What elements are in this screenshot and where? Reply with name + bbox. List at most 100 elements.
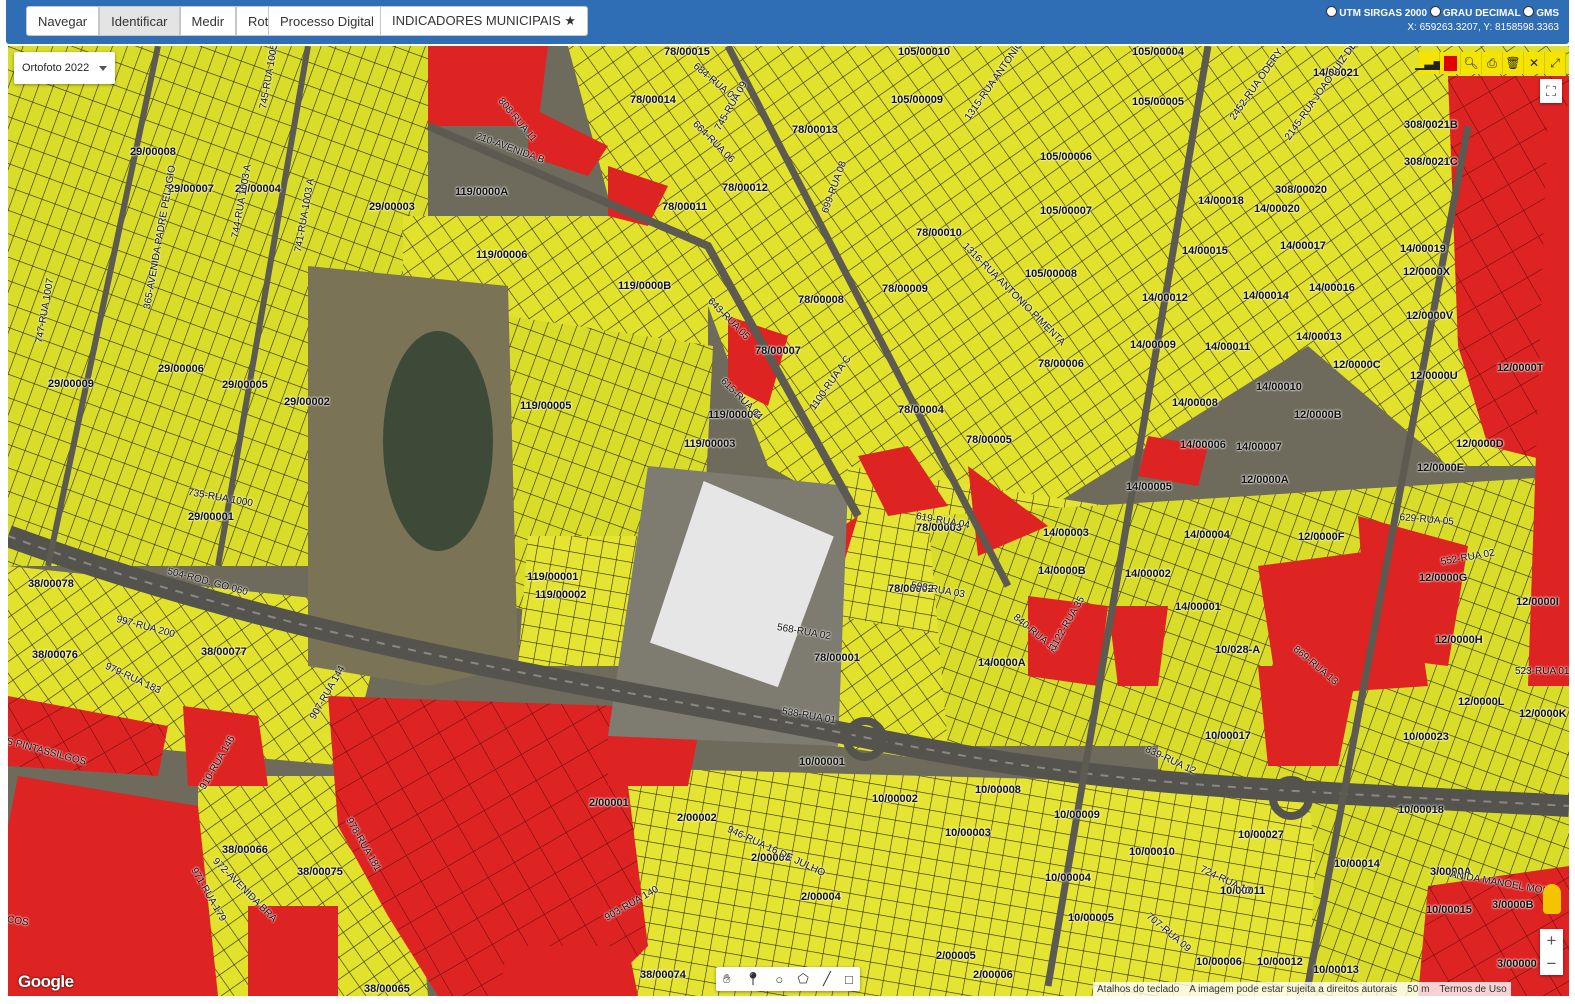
lot-label[interactable]: 105/00010 — [898, 46, 950, 58]
lot-label[interactable]: 12/0000F — [1298, 531, 1344, 543]
lot-label[interactable]: 78/00005 — [966, 434, 1012, 446]
lot-label[interactable]: 14/00004 — [1184, 529, 1230, 541]
medir-button[interactable]: Medir — [179, 6, 237, 36]
lot-label[interactable]: 105/00007 — [1040, 205, 1092, 217]
hand-icon[interactable]: ✋︎ — [723, 971, 730, 987]
lot-label[interactable]: 2/00006 — [973, 969, 1013, 981]
lot-label[interactable]: 38/00077 — [201, 646, 247, 658]
lot-label[interactable]: 119/0000B — [618, 280, 671, 292]
lot-label[interactable]: 10/00014 — [1334, 858, 1380, 870]
lot-label[interactable]: 38/00078 — [28, 578, 74, 590]
lot-label[interactable]: 12/0000E — [1417, 462, 1464, 474]
lot-label[interactable]: 308/0021B — [1404, 119, 1458, 131]
lot-label[interactable]: 14/00018 — [1198, 195, 1244, 207]
lot-label[interactable]: 14/00013 — [1296, 331, 1342, 343]
lot-label[interactable]: 14/00008 — [1172, 397, 1218, 409]
lot-label[interactable]: 29/00003 — [369, 201, 415, 213]
lot-label[interactable]: 10/00001 — [799, 756, 845, 768]
lot-label[interactable]: 12/0000B — [1294, 409, 1342, 421]
lot-label[interactable]: 2/00004 — [801, 891, 841, 903]
lot-label[interactable]: 14/00011 — [1205, 341, 1250, 353]
lot-label[interactable]: 14/0000B — [1038, 565, 1086, 577]
lot-label[interactable]: 10/00012 — [1257, 956, 1303, 968]
lot-label[interactable]: 12/0000C — [1333, 359, 1381, 371]
lot-label[interactable]: 119/0000A — [455, 186, 508, 198]
expand-icon[interactable]: ⤢ — [1545, 52, 1566, 74]
grau-radio[interactable] — [1429, 6, 1441, 17]
lot-label[interactable]: 10/00017 — [1205, 730, 1251, 742]
lot-label[interactable]: 10/028-A — [1215, 644, 1260, 656]
base-layer-select[interactable]: Ortofoto 2022 — [14, 52, 115, 84]
lot-label[interactable]: 12/0000G — [1419, 572, 1467, 584]
lot-label[interactable]: 29/00002 — [284, 396, 330, 408]
lot-label[interactable]: 14/00006 — [1180, 439, 1226, 451]
lot-label[interactable]: 14/0000A — [978, 657, 1026, 669]
lot-label[interactable]: 78/00010 — [916, 227, 962, 239]
lot-label[interactable]: 14/00014 — [1243, 290, 1289, 302]
map-canvas[interactable]: 29/00008 29/00007 29/00004 29/00003 29/00006… — [8, 46, 1569, 996]
gms-radio[interactable] — [1523, 6, 1535, 17]
lot-label[interactable]: 29/00001 — [188, 511, 234, 523]
lot-label[interactable]: 10/00018 — [1398, 804, 1444, 816]
lot-label[interactable]: 10/00003 — [945, 827, 991, 839]
processo-digital-button[interactable]: Processo Digital — [268, 6, 386, 36]
lot-label[interactable]: 14/00020 — [1254, 203, 1300, 215]
lot-label[interactable]: 78/00009 — [882, 283, 928, 295]
lot-label[interactable]: 3/0000B — [1492, 899, 1534, 911]
lot-label[interactable]: 10/00013 — [1313, 964, 1359, 976]
lot-label[interactable]: 14/00005 — [1126, 481, 1172, 493]
close-icon[interactable]: ✕ — [1524, 52, 1545, 74]
zoom-in-icon[interactable]: + — [1540, 929, 1563, 952]
fullscreen-icon[interactable]: ⛶ — [1540, 79, 1562, 103]
lot-label[interactable]: 14/00001 — [1175, 601, 1221, 613]
lot-label[interactable]: 14/00010 — [1256, 381, 1302, 393]
lot-label[interactable]: 12/0000A — [1241, 474, 1289, 486]
lot-label[interactable]: 14/00019 — [1400, 243, 1446, 255]
lot-label[interactable]: 78/00008 — [798, 294, 844, 306]
lot-label[interactable]: 14/00015 — [1182, 245, 1228, 257]
lot-label[interactable]: 78/00006 — [1038, 358, 1084, 370]
lot-label[interactable]: 10/00027 — [1238, 829, 1284, 841]
lot-label[interactable]: 78/00013 — [792, 124, 838, 136]
scale-bar[interactable]: 50 m — [1407, 984, 1429, 995]
lot-label[interactable]: 10/00006 — [1196, 956, 1242, 968]
lot-label[interactable]: 14/00007 — [1236, 441, 1282, 453]
lot-label[interactable]: 29/00008 — [130, 146, 176, 158]
lot-label[interactable]: 10/00002 — [872, 793, 918, 805]
utm-radio[interactable] — [1326, 6, 1338, 17]
lot-label[interactable]: 105/00005 — [1132, 96, 1184, 108]
lot-label[interactable]: 78/00004 — [898, 404, 944, 416]
circle-icon[interactable]: ○ — [775, 972, 783, 987]
lot-label[interactable]: 105/00004 — [1132, 46, 1184, 58]
lot-label[interactable]: 119/00005 — [520, 400, 571, 412]
keyboard-shortcuts-link[interactable]: Atalhos do teclado — [1097, 984, 1179, 995]
lot-label[interactable]: 12/0000K — [1519, 708, 1567, 720]
lot-label[interactable]: 14/00016 — [1309, 282, 1355, 294]
lot-label[interactable]: 10/00009 — [1054, 809, 1100, 821]
lot-label[interactable]: 119/00006 — [476, 249, 527, 261]
lot-label[interactable]: 12/0000I — [1516, 596, 1559, 608]
lot-label[interactable]: 10/00010 — [1129, 846, 1175, 858]
lot-label[interactable]: 308/00020 — [1275, 184, 1327, 196]
lot-label[interactable]: 78/00001 — [814, 652, 860, 664]
lot-label[interactable]: 14/00009 — [1130, 339, 1176, 351]
lot-label[interactable]: 12/0000H — [1435, 634, 1483, 646]
lot-label[interactable]: 78/00012 — [722, 182, 768, 194]
lot-label[interactable]: 38/00066 — [222, 844, 268, 856]
lot-label[interactable]: 78/00011 — [662, 201, 707, 213]
lot-label[interactable]: 10/00005 — [1068, 912, 1114, 924]
lot-label[interactable]: 2/00005 — [936, 950, 976, 962]
polygon-icon[interactable]: ⬠ — [797, 971, 808, 987]
lot-label[interactable]: 119/00003 — [684, 438, 735, 450]
lot-label[interactable]: 12/0000X — [1403, 266, 1450, 278]
print-icon[interactable]: ⎙ — [1482, 52, 1503, 74]
street-view-pegman-icon[interactable] — [1543, 884, 1561, 914]
search-icon[interactable]: 🔍︎ — [1461, 52, 1482, 74]
lot-label[interactable]: 78/00015 — [664, 46, 710, 58]
lot-label[interactable]: 29/00006 — [158, 363, 204, 375]
line-icon[interactable]: ╱ — [823, 971, 831, 987]
indicadores-municipais-button[interactable]: INDICADORES MUNICIPAIS ★ — [380, 6, 589, 36]
zoom-out-icon[interactable]: − — [1540, 952, 1563, 975]
lot-label[interactable]: 78/00014 — [630, 94, 676, 106]
lot-label[interactable]: 12/0000D — [1456, 438, 1504, 450]
